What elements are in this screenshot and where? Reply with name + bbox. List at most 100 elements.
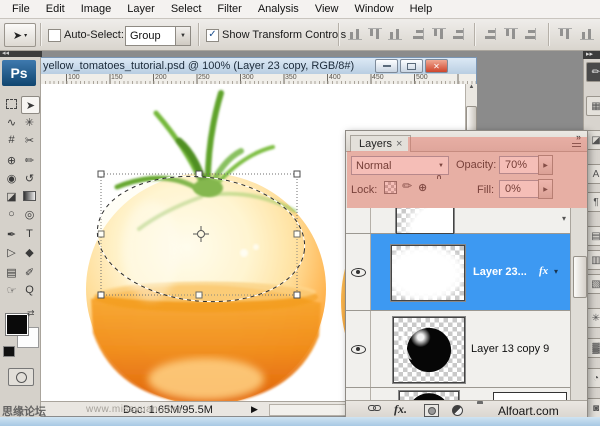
tool-gradient[interactable] xyxy=(21,188,38,204)
panel-menu-icon[interactable] xyxy=(572,141,583,149)
auto-select-mode-dropdown[interactable]: Group ▼ xyxy=(125,26,191,46)
visibility-eye-icon[interactable] xyxy=(351,342,366,355)
auto-select-checkbox[interactable] xyxy=(48,29,61,42)
tool-type[interactable]: T xyxy=(21,226,38,242)
swap-colors-icon[interactable]: ⇄ xyxy=(27,308,35,319)
align-bottom-edges-button[interactable] xyxy=(388,28,402,40)
distribute-bottom-edges-button[interactable] xyxy=(524,28,538,40)
tool-clone-stamp[interactable]: ◉ xyxy=(3,170,20,186)
dock-collapse-grip[interactable]: ▸▸ xyxy=(583,50,600,59)
dock-navigator-panel-icon[interactable]: ◙ xyxy=(586,398,600,418)
layer-name[interactable]: Layer 13 copy 9 xyxy=(471,343,549,355)
dock-info-panel-icon[interactable]: ▧ xyxy=(586,274,600,294)
opacity-spinner-button[interactable]: ▶ xyxy=(538,155,553,175)
dock-actions-panel-icon[interactable]: ✳ xyxy=(586,308,600,328)
close-button[interactable]: ✕ xyxy=(425,59,448,73)
visibility-column[interactable] xyxy=(346,234,371,310)
foreground-color-swatch[interactable] xyxy=(6,314,28,335)
dock-histogram-panel-icon[interactable]: ▓ xyxy=(586,338,600,358)
transform-handle[interactable] xyxy=(294,171,300,177)
dock-paragraph-panel-icon[interactable]: ¶ xyxy=(586,192,600,212)
layers-panel-header[interactable]: Layers × » xyxy=(346,131,587,152)
fx-expand-arrow-icon[interactable]: ▾ xyxy=(554,267,558,276)
layers-tab[interactable]: Layers × xyxy=(350,135,411,152)
transform-handle[interactable] xyxy=(294,292,300,298)
tool-pen[interactable]: ✒ xyxy=(3,226,20,242)
toolbar-collapse-grip[interactable]: ◂◂ xyxy=(0,50,42,57)
transform-handle[interactable] xyxy=(98,292,104,298)
tool-lasso[interactable]: ∿ xyxy=(3,114,20,130)
scroll-up-icon[interactable]: ▲ xyxy=(469,84,475,90)
menu-select[interactable]: Select xyxy=(163,3,210,15)
row-arrow-icon[interactable]: ▾ xyxy=(562,214,566,223)
tool-blur[interactable]: ○ xyxy=(3,206,20,222)
layers-scroll-thumb[interactable] xyxy=(573,256,587,298)
layer-row-selected[interactable]: Layer 23... fx ▾ xyxy=(346,234,570,311)
tool-hand[interactable]: ☞ xyxy=(3,282,20,298)
distribute-vertical-centers-button[interactable] xyxy=(504,28,518,40)
tool-spot-healing[interactable]: ⊕ xyxy=(3,152,20,168)
document-title-bar[interactable]: yellow_tomatoes_tutorial.psd @ 100% (Lay… xyxy=(41,58,476,74)
menu-image[interactable]: Image xyxy=(73,3,120,15)
quick-mask-mode-button[interactable] xyxy=(8,368,34,386)
fill-spinner-button[interactable]: ▶ xyxy=(538,179,553,199)
lock-paint-icon[interactable]: ✏ xyxy=(402,179,412,193)
tool-slice[interactable]: ✂ xyxy=(21,132,38,148)
menu-view[interactable]: View xyxy=(307,3,347,15)
layer-name[interactable]: Layer 23... xyxy=(473,266,527,278)
menu-edit[interactable]: Edit xyxy=(38,3,73,15)
visibility-eye-icon[interactable] xyxy=(351,265,366,278)
fill-value-field[interactable]: 0% xyxy=(499,180,542,198)
visibility-column[interactable] xyxy=(346,388,371,400)
tool-custom-shape[interactable]: ◆ xyxy=(21,244,38,260)
tool-dodge[interactable]: ◎ xyxy=(21,206,38,222)
dock-brushes-panel-icon[interactable]: ✏ xyxy=(586,62,600,82)
tab-close-icon[interactable]: × xyxy=(396,138,402,150)
maximize-button[interactable] xyxy=(400,59,423,73)
tool-path-selection[interactable]: ▷ xyxy=(3,244,20,260)
layer-style-icon[interactable]: fx. xyxy=(394,402,407,417)
tool-zoom[interactable]: Q xyxy=(21,282,38,298)
layer-row-partial-top[interactable]: ▾ xyxy=(346,208,570,234)
visibility-column[interactable] xyxy=(346,311,371,387)
layer-thumbnail[interactable] xyxy=(399,391,459,400)
tool-magic-wand[interactable]: ✳ xyxy=(21,114,38,130)
transform-handle[interactable] xyxy=(98,171,104,177)
distribute-horizontal-centers-button[interactable] xyxy=(580,28,594,40)
layer-row[interactable]: Layer 13 copy 9 xyxy=(346,311,570,388)
opacity-value-field[interactable]: 70% xyxy=(499,156,542,174)
dock-layer-comps-panel-icon[interactable]: ◪ xyxy=(586,130,600,150)
dock-character-panel-icon[interactable]: A xyxy=(586,164,600,184)
tool-notes[interactable]: ▤ xyxy=(3,264,20,280)
tool-rectangular-marquee[interactable] xyxy=(3,96,20,112)
dock-clone-source-panel-icon[interactable]: ▦ xyxy=(586,96,600,116)
menu-filter[interactable]: Filter xyxy=(209,3,249,15)
tool-brush[interactable]: ✏ xyxy=(21,152,38,168)
layer-thumbnail[interactable] xyxy=(393,317,465,383)
align-horizontal-centers-button[interactable] xyxy=(432,28,446,40)
tool-eyedropper[interactable]: ✐ xyxy=(21,264,38,280)
layer-thumbnail[interactable] xyxy=(391,245,465,301)
menu-file[interactable]: File xyxy=(4,3,38,15)
menu-analysis[interactable]: Analysis xyxy=(250,3,307,15)
distribute-top-edges-button[interactable] xyxy=(484,28,498,40)
tool-move[interactable]: ➤ xyxy=(21,96,40,114)
align-right-edges-button[interactable] xyxy=(452,28,466,40)
layer-row-partial-bottom[interactable]: ▾ xyxy=(346,388,570,400)
layer-thumbnail[interactable] xyxy=(396,208,454,234)
lock-transparency-icon[interactable] xyxy=(384,181,397,194)
tool-crop[interactable]: # xyxy=(3,132,20,148)
add-layer-mask-icon[interactable] xyxy=(424,404,439,417)
dock-styles-panel-icon[interactable]: ▤ xyxy=(586,226,600,246)
move-tool-preset-button[interactable]: ➤ ▾ xyxy=(4,23,36,47)
layers-scrollbar[interactable] xyxy=(570,208,587,400)
dock-swatches-panel-icon[interactable]: ▥ xyxy=(586,250,600,270)
align-top-edges-button[interactable] xyxy=(348,28,362,40)
status-options-arrow[interactable]: ▶ xyxy=(251,404,258,415)
adjustment-layer-icon[interactable] xyxy=(452,405,463,416)
default-colors-icon[interactable] xyxy=(3,346,15,357)
align-left-edges-button[interactable] xyxy=(412,28,426,40)
tool-history-brush[interactable]: ↺ xyxy=(21,170,38,186)
layer-name-box[interactable] xyxy=(493,392,567,400)
visibility-column[interactable] xyxy=(346,208,371,233)
